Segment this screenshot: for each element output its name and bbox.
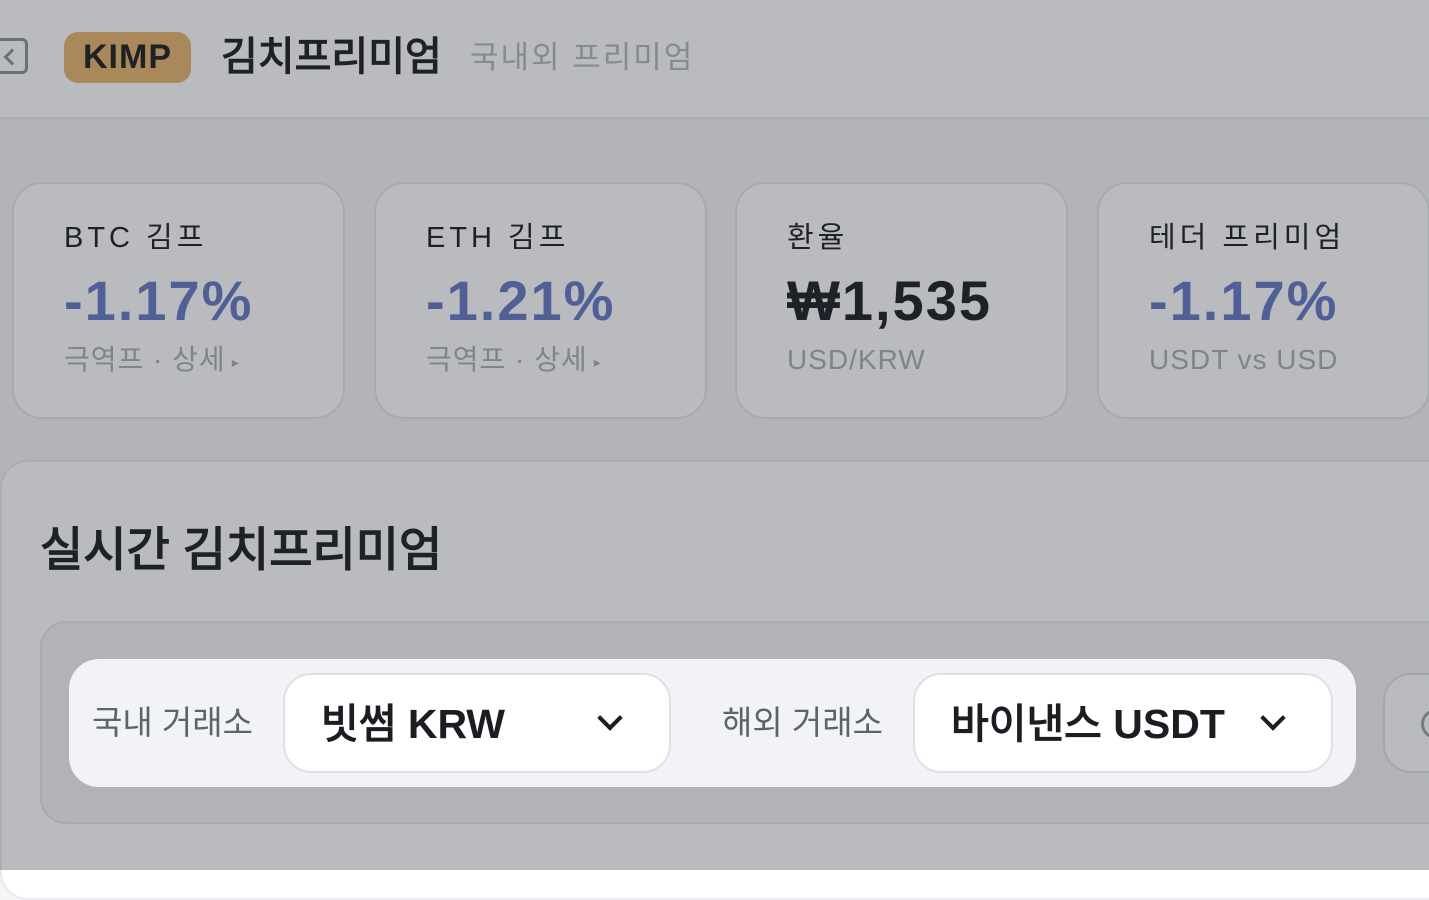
- card-value: -1.17%: [1149, 269, 1339, 332]
- card-label: BTC 김프: [64, 222, 208, 254]
- sidebar-collapse-icon: [3, 48, 21, 66]
- domestic-exchange-select[interactable]: 빗썸 KRW: [283, 673, 671, 773]
- app-header: KIMP 김치프리미엄 국내외 프리미엄: [0, 0, 1429, 119]
- card-sub-label: 극역프 · 상세: [64, 344, 226, 375]
- foreign-exchange-select[interactable]: 바이낸스 USDT: [913, 673, 1333, 773]
- triangle-right-icon: ▸: [231, 353, 240, 370]
- tether-premium-card: 테더 프리미엄 -1.17% USDT vs USD: [1097, 182, 1429, 419]
- card-value: ₩1,535: [787, 269, 992, 332]
- card-sub-label: USDT vs USD: [1149, 344, 1339, 375]
- card-label: 환율: [787, 222, 849, 254]
- search-icon: [1421, 709, 1429, 739]
- domestic-exchange-label: 국내 거래소: [92, 704, 253, 741]
- card-detail-link[interactable]: 극역프 · 상세 ▸: [64, 342, 240, 380]
- page-subtitle: 국내외 프리미엄: [470, 40, 695, 75]
- card-label: ETH 김프: [426, 222, 570, 254]
- eth-premium-card[interactable]: ETH 김프 -1.21% 극역프 · 상세 ▸: [374, 182, 707, 419]
- btc-premium-card[interactable]: BTC 김프 -1.17% 극역프 · 상세 ▸: [12, 182, 345, 419]
- foreign-exchange-label: 해외 거래소: [722, 704, 883, 741]
- card-value: -1.21%: [426, 269, 616, 332]
- card-detail-link[interactable]: 극역프 · 상세 ▸: [426, 342, 602, 380]
- card-sub-label: 극역프 · 상세: [426, 344, 588, 375]
- foreign-exchange-value: 바이낸스 USDT: [951, 701, 1225, 747]
- chevron-down-icon: [597, 705, 623, 731]
- card-sub-label: USD/KRW: [787, 344, 926, 375]
- section-title: 실시간 김치프리미엄: [40, 523, 443, 576]
- chevron-down-icon: [1260, 705, 1286, 731]
- sidebar-toggle-button[interactable]: [0, 38, 28, 74]
- triangle-right-icon: ▸: [593, 353, 602, 370]
- domestic-exchange-value: 빗썸 KRW: [321, 701, 506, 747]
- card-label: 테더 프리미엄: [1149, 222, 1346, 254]
- search-button[interactable]: [1383, 673, 1429, 773]
- card-value: -1.17%: [64, 269, 254, 332]
- exchange-rate-card: 환율 ₩1,535 USD/KRW: [735, 182, 1068, 419]
- page-title: 김치프리미엄: [221, 35, 442, 79]
- brand-badge[interactable]: KIMP: [64, 32, 191, 83]
